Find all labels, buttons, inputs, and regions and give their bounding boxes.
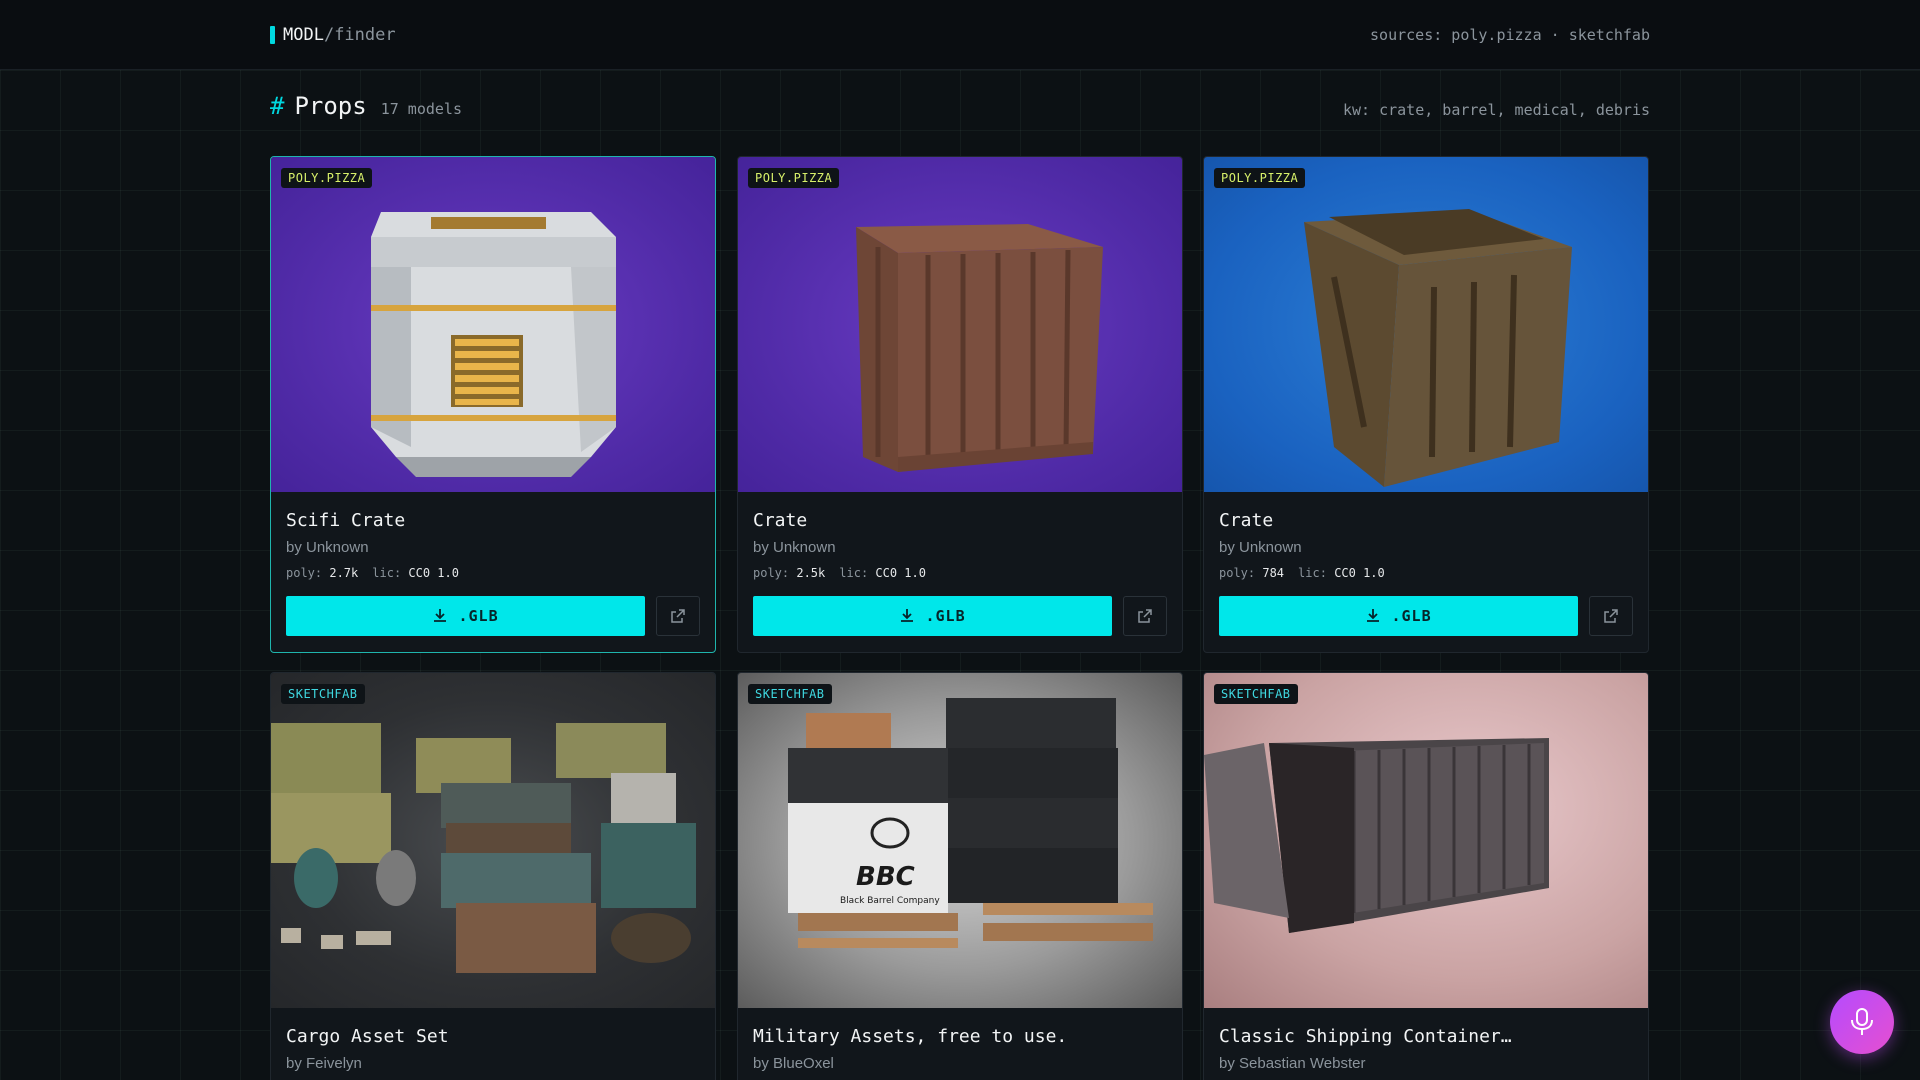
model-title[interactable]: Crate — [753, 510, 1167, 531]
scifi-crate-illustration — [371, 212, 616, 477]
bbc-logo-text: BBC — [856, 862, 915, 892]
poly-label: poly: — [1219, 566, 1256, 580]
open-external-button[interactable] — [1589, 596, 1633, 636]
model-author: by Unknown — [286, 539, 369, 556]
source-badge: POLY.PIZZA — [1214, 168, 1306, 188]
model-author: by Sebastian Webster — [1219, 1055, 1366, 1072]
bbc-logo-subtitle: Black Barrel Company — [840, 896, 940, 906]
license-label: lic: — [839, 566, 869, 580]
poly-count: 784 — [1262, 566, 1285, 580]
model-meta: poly: 2.7k lic: CC0 1.0 — [286, 566, 700, 580]
external-link-icon — [1138, 609, 1152, 623]
external-link-icon — [1604, 609, 1618, 623]
external-link-icon — [671, 609, 685, 623]
source-badge: POLY.PIZZA — [281, 168, 373, 188]
model-card[interactable]: POLY.PIZZA Crate by Unknown poly: 784 li… — [1203, 156, 1649, 653]
model-card[interactable]: POLY.PIZZA Scifi Crate by Unknown poly: … — [270, 156, 716, 653]
microphone-icon — [1851, 1008, 1873, 1035]
poly-label: poly: — [753, 566, 790, 580]
model-meta: poly: 2.5k lic: CC0 1.0 — [753, 566, 1167, 580]
section-title: Props — [294, 92, 367, 120]
license-label: lic: — [372, 566, 402, 580]
keywords-label: kw: crate, barrel, medical, debris — [1342, 101, 1650, 119]
source-badge: SKETCHFAB — [748, 684, 832, 704]
download-label: .GLB — [458, 607, 499, 625]
model-author: by Unknown — [1219, 539, 1302, 556]
open-external-button[interactable] — [1123, 596, 1167, 636]
model-card[interactable]: BBC Black Barrel Company SKETCHFAB Milit… — [737, 672, 1183, 1080]
model-thumbnail[interactable]: BBC Black Barrel Company SKETCHFAB — [738, 673, 1182, 1008]
download-glb-button[interactable]: .GLB — [753, 596, 1113, 636]
source-badge: SKETCHFAB — [281, 684, 365, 704]
download-icon — [1367, 609, 1380, 622]
license-label: lic: — [1298, 566, 1327, 580]
license-value: CC0 1.0 — [1334, 566, 1385, 580]
sources-label: sources: poly.pizza · sketchfab — [1370, 26, 1650, 44]
model-thumbnail[interactable]: POLY.PIZZA — [1204, 157, 1648, 492]
download-glb-button[interactable]: .GLB — [286, 596, 646, 636]
download-label: .GLB — [925, 607, 966, 625]
source-badge: SKETCHFAB — [1214, 684, 1298, 704]
model-title[interactable]: Crate — [1219, 510, 1633, 531]
model-count: 17 models — [380, 100, 462, 118]
poly-label: poly: — [286, 566, 323, 580]
model-title[interactable]: Scifi Crate — [286, 510, 700, 531]
brand-bar-icon — [270, 26, 275, 44]
cargo-set-illustration — [271, 723, 696, 973]
model-thumbnail[interactable]: SKETCHFAB — [1204, 673, 1648, 1008]
brand-subtitle: /finder — [323, 25, 396, 45]
poly-count: 2.7k — [329, 566, 359, 580]
section-hash: # — [270, 92, 285, 120]
model-author: by BlueOxel — [753, 1055, 834, 1072]
model-card[interactable]: POLY.PIZZA Crate by Unknown poly: 2.5k l… — [737, 156, 1183, 653]
download-icon — [434, 609, 447, 622]
model-meta: poly: 784 lic: CC0 1.0 — [1219, 566, 1633, 580]
license-value: CC0 1.0 — [408, 566, 459, 580]
poly-count: 2.5k — [796, 566, 826, 580]
model-author: by Feivelyn — [286, 1055, 362, 1072]
open-external-button[interactable] — [656, 596, 700, 636]
military-assets-illustration: BBC Black Barrel Company — [788, 698, 1153, 948]
download-icon — [901, 609, 914, 622]
top-bar: MODL/finder sources: poly.pizza · sketch… — [0, 0, 1920, 70]
model-thumbnail[interactable]: SKETCHFAB — [271, 673, 715, 1008]
model-card[interactable]: SKETCHFAB Classic Shipping Container… by… — [1203, 672, 1649, 1080]
section-header: # Props 17 models — [270, 92, 462, 120]
brand-name: MODL — [283, 25, 324, 45]
shipping-container-illustration — [1204, 738, 1549, 933]
model-title[interactable]: Military Assets, free to use. — [753, 1026, 1167, 1047]
download-glb-button[interactable]: .GLB — [1219, 596, 1579, 636]
model-title[interactable]: Classic Shipping Container… — [1219, 1026, 1633, 1047]
download-label: .GLB — [1391, 607, 1432, 625]
source-badge: POLY.PIZZA — [748, 168, 840, 188]
model-author: by Unknown — [753, 539, 836, 556]
model-thumbnail[interactable]: POLY.PIZZA — [738, 157, 1182, 492]
model-thumbnail[interactable]: POLY.PIZZA — [271, 157, 715, 492]
brand-logo[interactable]: MODL/finder — [270, 24, 396, 46]
license-value: CC0 1.0 — [875, 566, 926, 580]
wooden-crate-illustration — [856, 224, 1103, 472]
voice-search-button[interactable] — [1830, 990, 1894, 1054]
model-card[interactable]: SKETCHFAB Cargo Asset Set by Feivelyn — [270, 672, 716, 1080]
model-title[interactable]: Cargo Asset Set — [286, 1026, 700, 1047]
wooden-crate-illustration — [1304, 209, 1572, 487]
